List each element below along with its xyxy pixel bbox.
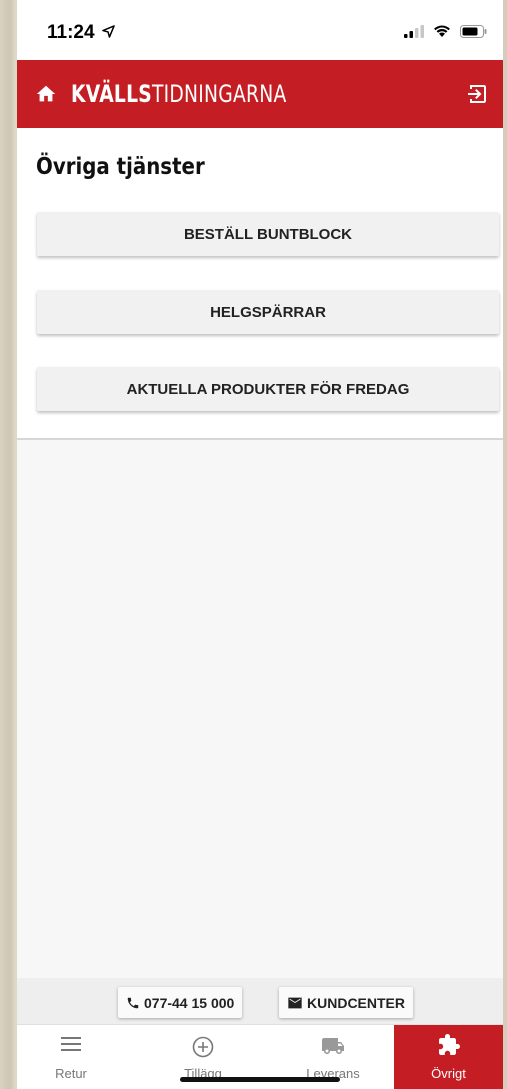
current-products-friday-button[interactable]: AKTUELLA PRODUKTER FÖR FREDAG	[37, 367, 499, 411]
services-card: Övriga tjänster BESTÄLL BUNTBLOCK HELGSP…	[17, 128, 503, 440]
menu-icon	[61, 1037, 81, 1051]
weekend-blocks-button[interactable]: HELGSPÄRRAR	[37, 290, 499, 334]
battery-icon	[460, 24, 487, 38]
add-circle-icon	[192, 1036, 214, 1058]
app-bar: KVÄLLSTIDNINGARNA	[17, 60, 503, 128]
mail-icon	[288, 997, 302, 1008]
wifi-icon	[434, 25, 450, 37]
order-bundle-block-button[interactable]: BESTÄLL BUNTBLOCK	[37, 212, 499, 256]
nav-label: Övrigt	[431, 1066, 466, 1081]
logout-icon[interactable]	[465, 82, 489, 106]
nav-item-ovrigt[interactable]: Övrigt	[394, 1025, 503, 1089]
puzzle-icon	[438, 1034, 460, 1055]
signal-icon	[404, 24, 424, 38]
brand-logo: KVÄLLSTIDNINGARNA	[71, 80, 287, 108]
status-icons	[404, 24, 487, 38]
phone-icon	[127, 997, 139, 1008]
home-indicator	[180, 1077, 340, 1082]
contact-bar: 077-44 15 000 KUNDCENTER	[17, 978, 503, 1024]
customer-center-button[interactable]: KUNDCENTER	[279, 987, 413, 1018]
phone-screen: 11:24 KVÄLLSTIDNINGARNA Övriga tjänster …	[17, 0, 503, 1089]
nav-label: Retur	[55, 1066, 87, 1081]
nav-item-retur[interactable]: Retur	[17, 1025, 125, 1089]
status-time: 11:24	[47, 22, 115, 44]
page-title: Övriga tjänster	[36, 154, 205, 180]
truck-icon	[322, 1038, 344, 1054]
status-bar: 11:24	[17, 0, 503, 60]
location-arrow-icon	[102, 25, 115, 38]
phone-button[interactable]: 077-44 15 000	[118, 987, 243, 1018]
home-icon[interactable]	[35, 83, 57, 105]
